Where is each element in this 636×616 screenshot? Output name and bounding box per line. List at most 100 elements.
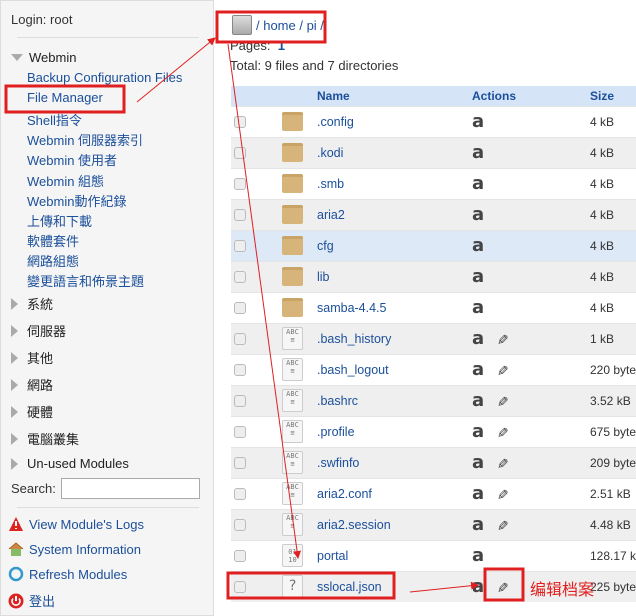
row-checkbox[interactable]	[234, 394, 246, 407]
file-name-link[interactable]: .bash_history	[317, 322, 472, 354]
table-row[interactable]: aria2 a 4 kB	[231, 198, 636, 230]
file-name-link[interactable]: aria2.session	[317, 508, 472, 540]
sidebar-category[interactable]: 硬體	[11, 402, 53, 421]
sidebar-category[interactable]: 電腦叢集	[11, 429, 79, 448]
sidebar-item[interactable]: Webmin動作紀錄	[27, 191, 126, 210]
edit-pencil-icon[interactable]: ✎	[494, 520, 511, 532]
sidebar-category[interactable]: Un-used Modules	[11, 456, 129, 471]
file-name-link[interactable]: portal	[317, 539, 472, 571]
table-row[interactable]: 0110 portal a 128.17 kB	[231, 539, 636, 571]
file-name-link[interactable]: .swfinfo	[317, 446, 472, 478]
file-name-link[interactable]: cfg	[317, 229, 472, 261]
column-name[interactable]: Name	[317, 86, 472, 106]
file-name-link[interactable]: .config	[317, 105, 472, 137]
rename-icon[interactable]: a	[472, 421, 484, 442]
sidebar-item[interactable]: Webmin 組態	[27, 171, 104, 190]
table-row[interactable]: ABC≡ .profile a ✎ 675 bytes	[231, 415, 636, 447]
sidebar-item[interactable]: Shell指令	[27, 110, 82, 129]
table-row[interactable]: ABC≡ .bash_logout a ✎ 220 bytes	[231, 353, 636, 385]
table-row[interactable]: .config a 4 kB	[231, 105, 636, 137]
edit-pencil-icon[interactable]: ✎	[494, 427, 511, 439]
file-name-link[interactable]: .profile	[317, 415, 472, 447]
edit-pencil-icon[interactable]: ✎	[494, 365, 511, 377]
rename-icon[interactable]: a	[472, 173, 484, 194]
rename-icon[interactable]: a	[472, 390, 484, 411]
rename-icon[interactable]: a	[472, 483, 484, 504]
column-size[interactable]: Size	[590, 86, 636, 106]
row-checkbox[interactable]	[234, 270, 246, 283]
sidebar-link[interactable]: System Information	[8, 541, 141, 557]
file-name-link[interactable]: lib	[317, 260, 472, 292]
rename-icon[interactable]: a	[472, 204, 484, 225]
file-name-link[interactable]: samba-4.4.5	[317, 291, 472, 323]
rename-icon[interactable]: a	[472, 142, 484, 163]
file-name-link[interactable]: sslocal.json	[317, 570, 472, 602]
drive-icon[interactable]	[232, 15, 252, 35]
table-row[interactable]: lib a 4 kB	[231, 260, 636, 292]
path-link[interactable]: / home / pi /	[256, 18, 324, 33]
rename-icon[interactable]: a	[472, 514, 484, 535]
table-row[interactable]: ABC≡ .swfinfo a ✎ 209 bytes	[231, 446, 636, 478]
table-row[interactable]: .smb a 4 kB	[231, 167, 636, 199]
sidebar-link[interactable]: Refresh Modules	[8, 566, 127, 582]
table-row[interactable]: ABC ≡ aria2.conf a ✎ 2.51 kB	[231, 477, 636, 509]
rename-icon[interactable]: a	[472, 297, 484, 318]
row-checkbox[interactable]	[234, 208, 246, 221]
file-name-link[interactable]: .smb	[317, 167, 472, 199]
row-checkbox[interactable]	[234, 177, 246, 190]
row-checkbox[interactable]	[234, 363, 246, 376]
sidebar-category[interactable]: 系統	[11, 294, 53, 313]
rename-icon[interactable]: a	[472, 235, 484, 256]
row-checkbox[interactable]	[234, 115, 246, 128]
sidebar-item[interactable]: 上傳和下載	[27, 211, 92, 230]
table-row[interactable]: ABC ≡ .bashrc a ✎ 3.52 kB	[231, 384, 636, 416]
rename-icon[interactable]: a	[472, 576, 484, 597]
sidebar-category[interactable]: 伺服器	[11, 321, 66, 340]
file-name-link[interactable]: .bashrc	[317, 384, 472, 416]
file-name-link[interactable]: .kodi	[317, 136, 472, 168]
rename-icon[interactable]: a	[472, 545, 484, 566]
file-name-link[interactable]: .bash_logout	[317, 353, 472, 385]
breadcrumb[interactable]: / home / pi /	[232, 15, 324, 35]
sidebar-category[interactable]: 其他	[11, 348, 53, 367]
file-name-link[interactable]: aria2	[317, 198, 472, 230]
row-checkbox[interactable]	[234, 425, 246, 438]
sidebar-item[interactable]: 軟體套件	[27, 231, 79, 250]
sidebar-item[interactable]: Webmin 伺服器索引	[27, 130, 143, 149]
sidebar-link[interactable]: View Module's Logs	[8, 516, 144, 532]
edit-pencil-icon[interactable]: ✎	[494, 458, 511, 470]
rename-icon[interactable]: a	[472, 452, 484, 473]
rename-icon[interactable]: a	[472, 359, 484, 380]
table-row[interactable]: cfg a 4 kB	[231, 229, 636, 261]
sidebar-category[interactable]: 網路	[11, 375, 53, 394]
search-input[interactable]	[60, 478, 200, 499]
row-checkbox[interactable]	[234, 456, 246, 469]
row-checkbox[interactable]	[234, 239, 246, 252]
table-row[interactable]: .kodi a 4 kB	[231, 136, 636, 168]
edit-pencil-icon[interactable]: ✎	[494, 582, 511, 594]
edit-pencil-icon[interactable]: ✎	[494, 489, 511, 501]
sidebar-item[interactable]: Backup Configuration Files	[27, 70, 182, 85]
edit-pencil-icon[interactable]: ✎	[494, 334, 511, 346]
file-name-link[interactable]: aria2.conf	[317, 477, 472, 509]
sidebar-item[interactable]: Webmin 使用者	[27, 150, 117, 169]
sidebar-item[interactable]: File Manager	[27, 90, 103, 105]
sidebar-item[interactable]: 變更語言和佈景主題	[27, 271, 144, 290]
rename-icon[interactable]: a	[472, 328, 484, 349]
row-checkbox[interactable]	[234, 332, 246, 345]
row-checkbox[interactable]	[234, 146, 246, 159]
sidebar-item[interactable]: 網路組態	[27, 251, 79, 270]
sidebar-link[interactable]: 登出	[8, 591, 55, 610]
row-checkbox[interactable]	[234, 549, 246, 562]
row-checkbox[interactable]	[234, 301, 246, 314]
row-checkbox[interactable]	[234, 580, 246, 593]
table-row[interactable]: ABC ≡ aria2.session a ✎ 4.48 kB	[231, 508, 636, 540]
rename-icon[interactable]: a	[472, 266, 484, 287]
table-row[interactable]: ABC ≡ .bash_history a ✎ 1 kB	[231, 322, 636, 354]
row-checkbox[interactable]	[234, 518, 246, 531]
row-checkbox[interactable]	[234, 487, 246, 500]
table-row[interactable]: samba-4.4.5 a 4 kB	[231, 291, 636, 323]
edit-pencil-icon[interactable]: ✎	[494, 396, 511, 408]
page-link[interactable]: 1	[278, 38, 285, 53]
category-webmin[interactable]: Webmin	[11, 50, 76, 65]
